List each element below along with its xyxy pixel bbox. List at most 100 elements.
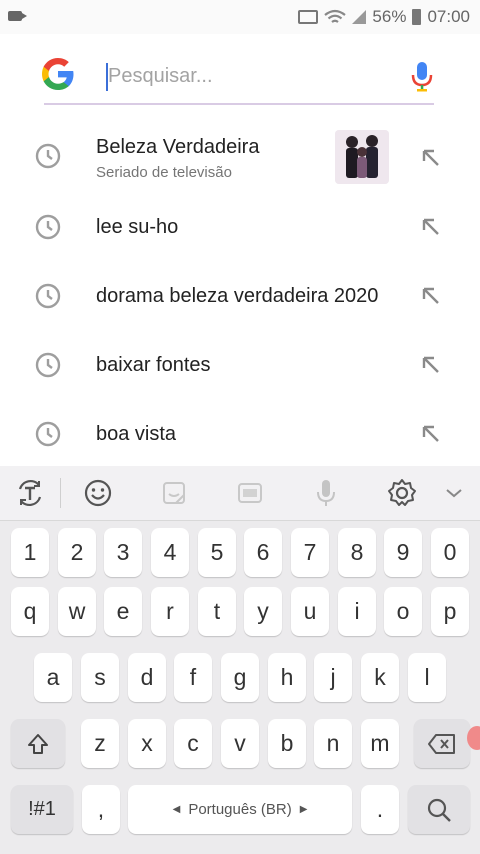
key-label: a bbox=[46, 664, 60, 690]
key-3[interactable]: 3 bbox=[104, 528, 142, 577]
key-y[interactable]: y bbox=[244, 587, 282, 636]
key-l[interactable]: l bbox=[408, 653, 446, 702]
key-7[interactable]: 7 bbox=[291, 528, 329, 577]
key-label: l bbox=[424, 664, 430, 690]
key-k[interactable]: k bbox=[361, 653, 399, 702]
status-bar: 56% 07:00 bbox=[0, 0, 480, 34]
key-u[interactable]: u bbox=[291, 587, 329, 636]
gif-icon[interactable] bbox=[232, 475, 268, 511]
shift-key[interactable] bbox=[11, 719, 65, 768]
clock-time: 07:00 bbox=[427, 7, 470, 26]
fill-query-arrow-icon[interactable] bbox=[420, 216, 442, 238]
key-6[interactable]: 6 bbox=[244, 528, 282, 577]
key-label: . bbox=[376, 796, 384, 822]
key-8[interactable]: 8 bbox=[338, 528, 376, 577]
key-r[interactable]: r bbox=[151, 587, 189, 636]
suggestion-title: baixar fontes bbox=[96, 354, 211, 376]
key-label: c bbox=[187, 730, 199, 756]
key-m[interactable]: m bbox=[361, 719, 399, 768]
key-a[interactable]: a bbox=[34, 653, 72, 702]
key-z[interactable]: z bbox=[81, 719, 119, 768]
key-c[interactable]: c bbox=[174, 719, 212, 768]
settings-icon[interactable] bbox=[384, 475, 420, 511]
key-n[interactable]: n bbox=[314, 719, 352, 768]
search-bar bbox=[0, 34, 480, 116]
floating-indicator bbox=[467, 726, 480, 750]
search-underline bbox=[44, 103, 434, 105]
key-label: 2 bbox=[70, 539, 84, 565]
suggestion-item[interactable]: boa vista bbox=[0, 400, 480, 469]
key-label: 3 bbox=[116, 539, 130, 565]
search-key[interactable] bbox=[408, 785, 470, 834]
keyboard-toolbar bbox=[0, 466, 480, 521]
key-b[interactable]: b bbox=[268, 719, 306, 768]
key-f[interactable]: f bbox=[174, 653, 212, 702]
sticker-icon[interactable] bbox=[156, 475, 192, 511]
space-key[interactable]: ◀ Português (BR) ▶ bbox=[128, 785, 352, 834]
key-5[interactable]: 5 bbox=[198, 528, 236, 577]
suggestion-item[interactable]: dorama beleza verdadeira 2020 bbox=[0, 262, 480, 331]
keyboard: 1 2 3 4 5 6 7 8 9 0 q w e r t y u i o p … bbox=[0, 466, 480, 854]
backspace-key[interactable] bbox=[414, 719, 470, 768]
history-clock-icon bbox=[35, 352, 61, 378]
key-d[interactable]: d bbox=[128, 653, 166, 702]
signal-icon bbox=[352, 10, 367, 24]
key-label: 7 bbox=[303, 539, 317, 565]
key-p[interactable]: p bbox=[431, 587, 469, 636]
key-label: q bbox=[23, 598, 37, 624]
suggestion-item[interactable]: baixar fontes bbox=[0, 331, 480, 400]
fill-query-arrow-icon[interactable] bbox=[420, 147, 442, 169]
key-9[interactable]: 9 bbox=[384, 528, 422, 577]
key-label: d bbox=[140, 664, 154, 690]
search-input[interactable] bbox=[108, 58, 398, 94]
text-mode-icon[interactable] bbox=[12, 475, 48, 511]
key-h[interactable]: h bbox=[268, 653, 306, 702]
key-label: g bbox=[233, 664, 247, 690]
history-clock-icon bbox=[35, 143, 61, 169]
suggestion-title: lee su-ho bbox=[96, 216, 179, 238]
key-j[interactable]: j bbox=[314, 653, 352, 702]
battery-icon bbox=[412, 9, 422, 25]
key-2[interactable]: 2 bbox=[58, 528, 96, 577]
key-label: v bbox=[234, 730, 246, 756]
key-v[interactable]: v bbox=[221, 719, 259, 768]
suggestion-subtitle: Seriado de televisão bbox=[96, 164, 232, 181]
voice-input-icon[interactable] bbox=[308, 475, 344, 511]
key-q[interactable]: q bbox=[11, 587, 49, 636]
key-label: 8 bbox=[350, 539, 364, 565]
fill-query-arrow-icon[interactable] bbox=[420, 285, 442, 307]
battery-percent: 56% bbox=[372, 7, 407, 26]
key-label: f bbox=[189, 664, 197, 690]
key-label: o bbox=[396, 598, 410, 624]
suggestion-item[interactable]: lee su-ho bbox=[0, 193, 480, 262]
key-i[interactable]: i bbox=[338, 587, 376, 636]
history-clock-icon bbox=[35, 283, 61, 309]
emoji-icon[interactable] bbox=[80, 475, 116, 511]
key-1[interactable]: 1 bbox=[11, 528, 49, 577]
comma-key[interactable]: , bbox=[82, 785, 120, 834]
key-label: t bbox=[213, 598, 221, 624]
key-label: u bbox=[303, 598, 317, 624]
fill-query-arrow-icon[interactable] bbox=[420, 423, 442, 445]
key-label: y bbox=[257, 598, 269, 624]
key-x[interactable]: x bbox=[128, 719, 166, 768]
microphone-icon[interactable] bbox=[410, 60, 434, 94]
key-s[interactable]: s bbox=[81, 653, 119, 702]
period-key[interactable]: . bbox=[361, 785, 399, 834]
suggestion-item[interactable]: Beleza Verdadeira Seriado de televisão bbox=[0, 116, 480, 185]
key-w[interactable]: w bbox=[58, 587, 96, 636]
key-0[interactable]: 0 bbox=[431, 528, 469, 577]
key-t[interactable]: t bbox=[198, 587, 236, 636]
key-label: m bbox=[370, 730, 390, 756]
fill-query-arrow-icon[interactable] bbox=[420, 354, 442, 376]
key-e[interactable]: e bbox=[104, 587, 142, 636]
key-g[interactable]: g bbox=[221, 653, 259, 702]
key-label: b bbox=[280, 730, 294, 756]
key-label: 0 bbox=[443, 539, 457, 565]
key-o[interactable]: o bbox=[384, 587, 422, 636]
symbols-key[interactable]: !#1 bbox=[11, 785, 73, 834]
key-label: z bbox=[94, 730, 106, 756]
camera-notification-icon bbox=[8, 11, 27, 21]
key-4[interactable]: 4 bbox=[151, 528, 189, 577]
collapse-icon[interactable] bbox=[436, 475, 472, 511]
